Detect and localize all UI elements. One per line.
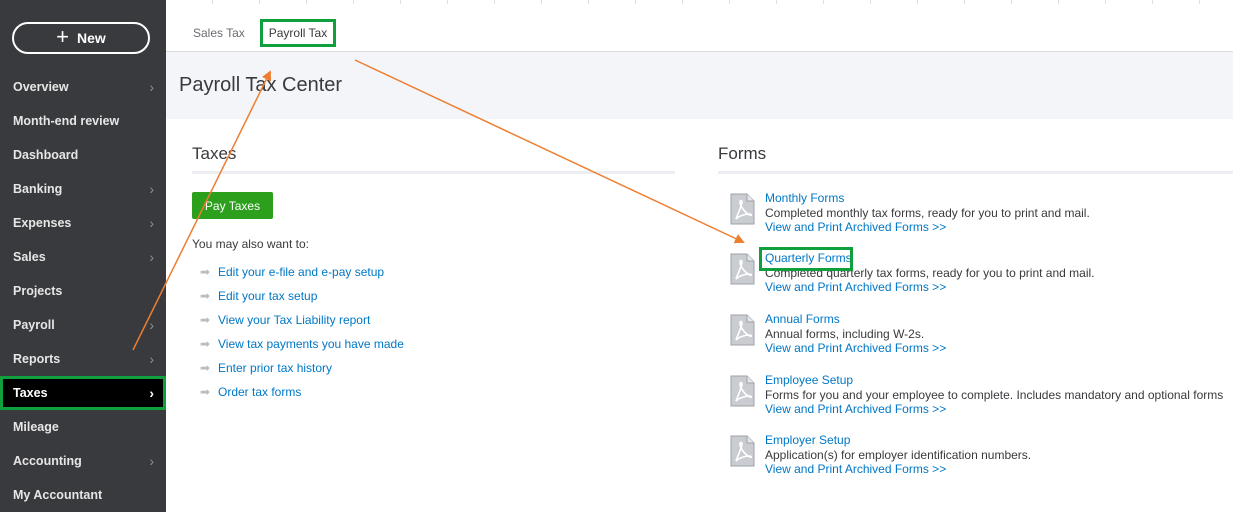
sidebar-item-label: Reports — [13, 352, 61, 366]
archived-forms-link[interactable]: View and Print Archived Forms >> — [765, 280, 1094, 295]
chevron-right-icon: › — [149, 317, 154, 333]
sidebar-item-label: Dashboard — [13, 148, 79, 162]
sidebar-item-accounting[interactable]: Accounting › — [0, 444, 166, 478]
pdf-document-icon — [730, 435, 755, 467]
form-item-monthly-forms: Monthly Forms Completed monthly tax forms… — [730, 191, 1233, 241]
archived-forms-link[interactable]: View and Print Archived Forms >> — [765, 402, 1223, 417]
sidebar-item-overview[interactable]: Overview › — [0, 70, 166, 104]
sidebar-item-label: My Accountant — [13, 488, 103, 502]
form-description: Forms for you and your employee to compl… — [765, 387, 1224, 402]
form-item-annual-forms: Annual Forms Annual forms, including W-2s… — [730, 312, 1233, 362]
sidebar-item-label: Projects — [13, 284, 63, 298]
quick-link[interactable]: ➡ Edit your tax setup — [200, 284, 404, 308]
highlight-box — [759, 247, 853, 271]
chevron-right-icon: › — [149, 351, 154, 367]
quick-link[interactable]: ➡ Enter prior tax history — [200, 356, 404, 380]
sidebar: + New Overview › Month-end review Dashboard… — [0, 0, 166, 512]
form-item-employee-setup: Employee Setup Forms for you and your emp… — [730, 373, 1233, 423]
sidebar-item-banking[interactable]: Banking › — [0, 172, 166, 206]
forms-divider — [718, 171, 1233, 174]
form-description: Completed monthly tax forms, ready for y… — [765, 205, 1090, 220]
arrow-right-icon: ➡ — [200, 265, 211, 279]
top-divider — [166, 0, 1233, 4]
form-description: Application(s) for employer identificati… — [765, 447, 1032, 462]
sidebar-item-sales[interactable]: Sales › — [0, 240, 166, 274]
quick-link[interactable]: ➡ Order tax forms — [200, 380, 404, 404]
sidebar-item-label: Overview — [13, 80, 69, 94]
taxes-divider — [192, 171, 675, 174]
also-want-label: You may also want to: — [192, 237, 309, 251]
pdf-document-icon — [730, 314, 755, 346]
sidebar-item-taxes[interactable]: Taxes › — [0, 376, 166, 410]
form-item-quarterly-forms: Quarterly Forms Completed quarterly tax f… — [730, 247, 1233, 301]
page-title: Payroll Tax Center — [179, 74, 343, 96]
new-button-label: New — [77, 30, 106, 46]
arrow-right-icon: ➡ — [200, 337, 211, 351]
sidebar-item-label: Sales — [13, 250, 46, 264]
forms-section-title: Forms — [718, 144, 767, 163]
sidebar-item-my-accountant[interactable]: My Accountant — [0, 478, 166, 512]
sidebar-item-projects[interactable]: Projects — [0, 274, 166, 308]
sidebar-item-label: Taxes — [13, 386, 48, 400]
arrow-right-icon: ➡ — [200, 361, 211, 375]
quick-link-label: Edit your e-file and e-pay setup — [218, 265, 385, 279]
new-button[interactable]: + New — [12, 22, 150, 54]
plus-icon: + — [56, 24, 70, 49]
quick-link-label: View your Tax Liability report — [218, 313, 371, 327]
form-text: Monthly Forms Completed monthly tax forms… — [765, 191, 1090, 235]
form-text: Employee Setup Forms for you and your emp… — [765, 373, 1223, 417]
quick-link[interactable]: ➡ Edit your e-file and e-pay setup — [200, 260, 404, 284]
sidebar-item-payroll[interactable]: Payroll › — [0, 308, 166, 342]
taxes-section-title: Taxes — [192, 144, 237, 163]
quick-link[interactable]: ➡ View your Tax Liability report — [200, 308, 404, 332]
quick-link[interactable]: ➡ View tax payments you have made — [200, 332, 404, 356]
sidebar-item-dashboard[interactable]: Dashboard — [0, 138, 166, 172]
chevron-right-icon: › — [149, 249, 154, 265]
quick-links: ➡ Edit your e-file and e-pay setup ➡ Edit y… — [200, 260, 404, 404]
archived-forms-link[interactable]: View and Print Archived Forms >> — [765, 220, 1090, 235]
form-title-link[interactable]: Employer Setup — [765, 433, 1031, 448]
sidebar-item-label: Accounting — [13, 454, 82, 468]
tab-payroll-tax[interactable]: Payroll Tax — [260, 19, 336, 47]
quick-link-label: Order tax forms — [218, 385, 302, 399]
sidebar-nav: Overview › Month-end review Dashboard Bankin… — [0, 70, 166, 512]
chevron-right-icon: › — [149, 215, 154, 231]
sidebar-item-label: Banking — [13, 182, 63, 196]
chevron-right-icon: › — [149, 79, 154, 95]
archived-forms-link[interactable]: View and Print Archived Forms >> — [765, 462, 1031, 477]
form-description: Annual forms, including W-2s. — [765, 326, 925, 341]
chevron-right-icon: › — [149, 385, 154, 401]
pdf-document-icon — [730, 193, 755, 225]
form-title-link[interactable]: Monthly Forms — [765, 191, 1090, 206]
sidebar-item-month-end-review[interactable]: Month-end review — [0, 104, 166, 138]
chevron-right-icon: › — [149, 181, 154, 197]
sidebar-item-expenses[interactable]: Expenses › — [0, 206, 166, 240]
pay-taxes-button[interactable]: Pay Taxes — [192, 192, 273, 219]
archived-forms-link[interactable]: View and Print Archived Forms >> — [765, 341, 946, 356]
arrow-right-icon: ➡ — [200, 289, 211, 303]
arrow-right-icon: ➡ — [200, 385, 211, 399]
arrow-right-icon: ➡ — [200, 313, 211, 327]
form-text: Annual Forms Annual forms, including W-2s… — [765, 312, 946, 356]
sidebar-item-label: Month-end review — [13, 114, 120, 128]
form-text: Employer Setup Application(s) for employe… — [765, 433, 1031, 477]
quick-link-label: Edit your tax setup — [218, 289, 318, 303]
form-item-employer-setup: Employer Setup Application(s) for employe… — [730, 433, 1233, 483]
quick-link-label: Enter prior tax history — [218, 361, 333, 375]
pdf-document-icon — [730, 375, 755, 407]
form-title-link[interactable]: Annual Forms — [765, 312, 946, 327]
page-header: Payroll Tax Center — [166, 52, 1233, 119]
pdf-document-icon — [730, 253, 755, 285]
chevron-right-icon: › — [149, 453, 154, 469]
tab-sales-tax[interactable]: Sales Tax — [193, 26, 245, 40]
sidebar-item-label: Expenses — [13, 216, 72, 230]
sidebar-item-label: Payroll — [13, 318, 55, 332]
main-content: Taxes Pay Taxes You may also want to: ➡ E… — [166, 119, 1233, 512]
tab-bar: Sales Tax Payroll Tax — [166, 0, 1233, 52]
sidebar-item-reports[interactable]: Reports › — [0, 342, 166, 376]
sidebar-item-label: Mileage — [13, 420, 59, 434]
form-title-link[interactable]: Employee Setup — [765, 373, 1223, 388]
sidebar-item-mileage[interactable]: Mileage — [0, 410, 166, 444]
quick-link-label: View tax payments you have made — [218, 337, 404, 351]
